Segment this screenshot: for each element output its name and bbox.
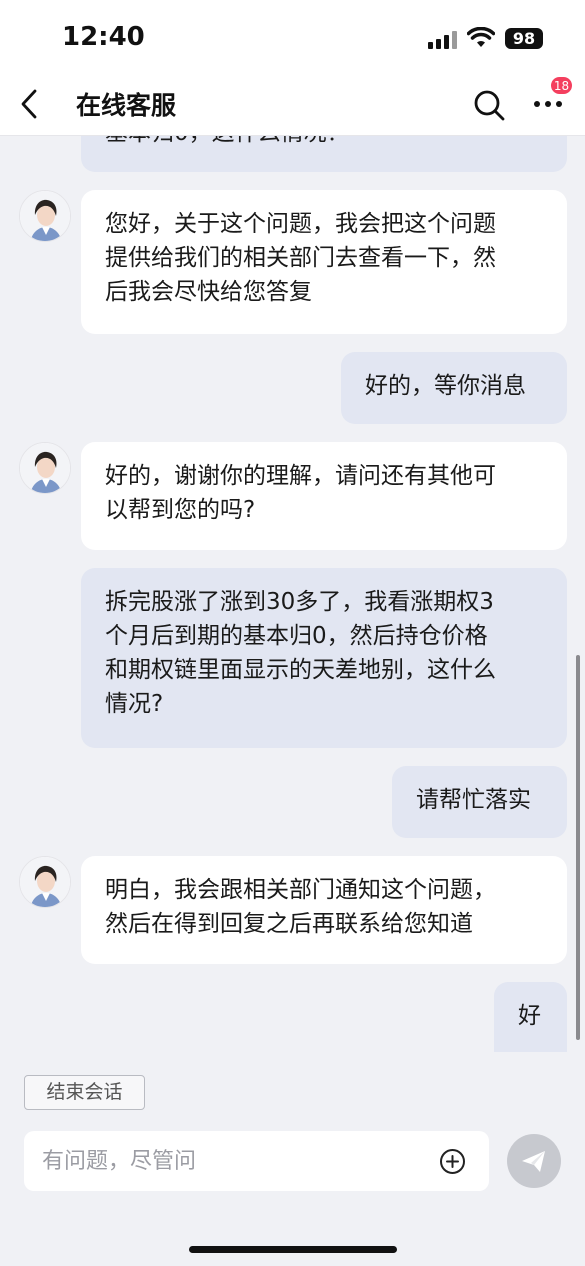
message-line: 拆完股涨了涨到30多了，我看涨期权3	[105, 589, 494, 615]
message-text: 好	[518, 1003, 541, 1029]
message-bubble-agent: 好的，谢谢你的理解，请问还有其他可 以帮到您的吗?	[81, 442, 567, 550]
message-line: 个月后到期的基本归0，然后持仓价格	[105, 623, 488, 649]
message-line: 好的，谢谢你的理解，请问还有其他可	[105, 463, 496, 489]
message-line: 然后在得到回复之后再联系给您知道	[105, 911, 473, 937]
cellular-signal-icon	[428, 31, 458, 49]
message-bubble-user: 好	[494, 982, 567, 1052]
message-input-box[interactable]	[24, 1131, 489, 1191]
notification-badge: 18	[550, 76, 573, 95]
end-session-button[interactable]: 结束会话	[24, 1075, 145, 1110]
agent-avatar	[19, 442, 71, 494]
message-bubble-user: 请帮忙落实	[392, 766, 567, 838]
status-bar: 12:40 98	[0, 0, 585, 76]
status-time: 12:40	[62, 22, 145, 52]
message-line: 明白，我会跟相关部门通知这个问题，	[105, 877, 496, 903]
message-bubble-user: 好的，等你消息	[341, 352, 567, 424]
more-icon[interactable]	[532, 94, 564, 114]
message-bubble-user: 拆完股涨了涨到30多了，我看涨期权3 个月后到期的基本归0，然后持仓价格 和期权…	[81, 568, 567, 748]
nav-bar: 在线客服 18	[0, 76, 585, 136]
agent-avatar	[19, 856, 71, 908]
chevron-left-icon[interactable]	[16, 88, 42, 120]
message-text: 请帮忙落实	[416, 787, 531, 813]
message-bubble-agent: 明白，我会跟相关部门通知这个问题， 然后在得到回复之后再联系给您知道	[81, 856, 567, 964]
send-icon	[522, 1151, 545, 1172]
battery-indicator: 98	[505, 28, 543, 49]
message-line: 和期权链里面显示的天差地别，这什么	[105, 657, 496, 683]
message-input[interactable]	[42, 1143, 432, 1179]
message-line: 您好，关于这个问题，我会把这个问题	[105, 211, 496, 237]
plus-circle-icon[interactable]	[439, 1148, 466, 1175]
page-title: 在线客服	[76, 91, 177, 120]
message-line: 以帮到您的吗?	[105, 497, 256, 523]
search-icon[interactable]	[472, 88, 506, 122]
message-line: 提供给我们的相关部门去查看一下，然	[105, 245, 496, 271]
send-button[interactable]	[507, 1134, 561, 1188]
home-indicator	[189, 1246, 397, 1253]
message-line: 情况?	[105, 691, 164, 717]
agent-avatar	[19, 190, 71, 242]
message-text: 好的，等你消息	[365, 373, 526, 399]
chat-scrollbar[interactable]	[576, 655, 580, 1040]
wifi-icon	[467, 27, 495, 47]
message-bubble-agent: 您好，关于这个问题，我会把这个问题 提供给我们的相关部门去查看一下，然 后我会尽…	[81, 190, 567, 334]
message-line: 后我会尽快给您答复	[105, 279, 312, 305]
